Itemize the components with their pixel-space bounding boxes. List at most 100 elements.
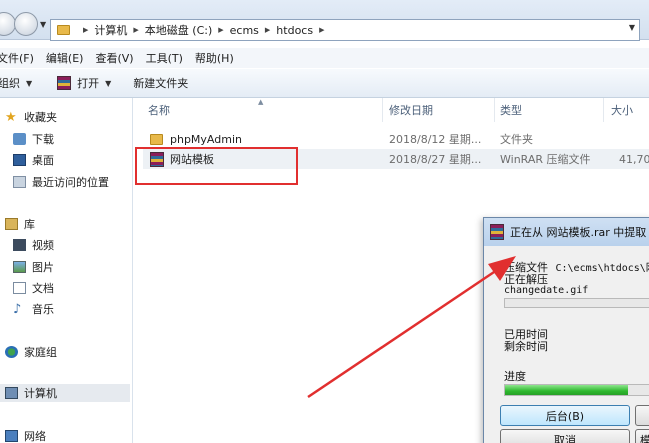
- breadcrumb-computer[interactable]: 计算机: [94, 22, 127, 38]
- mode-button[interactable]: 模: [635, 429, 649, 443]
- annotation-highlight-box: [135, 147, 298, 185]
- sidebar-item-label: 桌面: [32, 154, 54, 167]
- sidebar-item-label: 最近访问的位置: [32, 176, 109, 189]
- file-name: phpMyAdmin: [170, 132, 242, 146]
- sidebar-item-pictures[interactable]: 图片: [13, 258, 54, 276]
- column-header-name[interactable]: 名称: [148, 102, 170, 118]
- sidebar-item-network[interactable]: 网络: [5, 427, 46, 443]
- address-dropdown-chevron-down-icon[interactable]: ▼: [629, 23, 635, 32]
- sidebar-item-downloads[interactable]: 下载: [13, 130, 54, 148]
- organize-label: 组织: [0, 77, 20, 90]
- sidebar-item-desktop[interactable]: 桌面: [13, 151, 54, 169]
- music-note-icon: ♪: [13, 301, 22, 317]
- network-icon: [5, 430, 18, 442]
- menu-edit[interactable]: 编辑(E): [46, 50, 84, 66]
- extraction-progress-dialog: 正在从 网站模板.rar 中提取 压缩文件 C:\ecms\htdocs\网 正…: [483, 217, 649, 443]
- sidebar-item-documents[interactable]: 文档: [13, 279, 54, 297]
- sidebar-item-homegroup[interactable]: 家庭组: [5, 343, 57, 361]
- menu-tools[interactable]: 工具(T): [146, 50, 183, 66]
- breadcrumb-local-disk[interactable]: 本地磁盘 (C:): [145, 22, 212, 38]
- navigation-pane: ★ 收藏夹 下载 桌面 最近访问的位置 库 视频 图片 文档 ♪ 音乐 家庭组 …: [0, 98, 133, 443]
- column-divider[interactable]: [382, 98, 383, 122]
- address-input[interactable]: ▶ 计算机 ▶ 本地磁盘 (C:) ▶ ecms ▶ htdocs ▶ ▼: [50, 19, 640, 41]
- star-icon: ★: [5, 109, 17, 125]
- address-bar-row: ▼ ▶ 计算机 ▶ 本地磁盘 (C:) ▶ ecms ▶ htdocs ▶ ▼: [0, 0, 649, 41]
- sidebar-item-label: 库: [24, 218, 35, 231]
- sidebar-item-music[interactable]: ♪ 音乐: [13, 300, 54, 318]
- sidebar-item-label: 文档: [32, 282, 54, 295]
- archive-path: C:\ecms\htdocs\网: [555, 263, 649, 274]
- sidebar-item-label: 音乐: [32, 303, 54, 316]
- winrar-icon: [57, 76, 72, 90]
- sidebar-item-favorites[interactable]: ★ 收藏夹: [5, 108, 57, 126]
- recent-pages-chevron-down-icon[interactable]: ▼: [40, 20, 46, 29]
- folder-icon: [150, 133, 163, 145]
- total-progress-bar: [504, 384, 649, 396]
- homegroup-icon: [5, 346, 18, 358]
- breadcrumb-htdocs[interactable]: htdocs: [276, 24, 313, 37]
- open-label: 打开: [77, 77, 100, 90]
- breadcrumb-separator-icon[interactable]: ▶: [265, 26, 270, 34]
- column-header-type[interactable]: 类型: [500, 102, 522, 118]
- breadcrumb-separator-icon[interactable]: ▶: [319, 26, 324, 34]
- breadcrumb-separator-icon[interactable]: ▶: [218, 26, 223, 34]
- recent-places-icon: [13, 176, 26, 188]
- column-header-date[interactable]: 修改日期: [389, 102, 433, 118]
- video-library-icon: [13, 239, 26, 251]
- sidebar-item-computer[interactable]: 计算机: [0, 384, 130, 402]
- file-type: WinRAR 压缩文件: [500, 153, 591, 166]
- breadcrumb-separator-icon[interactable]: ▶: [83, 26, 88, 34]
- remaining-time-label: 剩余时间: [504, 340, 548, 353]
- chevron-down-icon: ▼: [105, 78, 112, 88]
- command-toolbar: 组织 ▼ 打开 ▼ 新建文件夹: [0, 69, 649, 98]
- sidebar-item-label: 图片: [32, 261, 54, 274]
- downloads-folder-icon: [13, 133, 26, 145]
- current-file-name: changedate.gif: [504, 285, 589, 296]
- file-type: 文件夹: [500, 133, 533, 146]
- file-progress-bar: [504, 298, 649, 308]
- documents-library-icon: [13, 282, 26, 294]
- open-button[interactable]: 打开 ▼: [57, 75, 111, 91]
- column-divider[interactable]: [603, 98, 604, 122]
- sidebar-item-label: 视频: [32, 239, 54, 252]
- background-button[interactable]: 后台(B): [500, 405, 630, 426]
- sidebar-item-recent-places[interactable]: 最近访问的位置: [13, 173, 109, 191]
- folder-icon: [57, 25, 70, 35]
- dialog-title: 正在从 网站模板.rar 中提取: [510, 226, 647, 239]
- file-date: 2018/8/27 星期...: [389, 153, 482, 166]
- computer-icon: [5, 387, 18, 399]
- menu-bar: 文件(F) 编辑(E) 查看(V) 工具(T) 帮助(H): [0, 48, 649, 68]
- sidebar-item-label: 家庭组: [24, 346, 57, 359]
- new-folder-button[interactable]: 新建文件夹: [133, 75, 188, 91]
- cancel-button[interactable]: 取消: [500, 429, 630, 443]
- forward-button[interactable]: [14, 12, 38, 36]
- sidebar-item-label: 收藏夹: [24, 111, 57, 124]
- file-row-phpmyadmin[interactable]: phpMyAdmin 2018/8/12 星期... 文件夹: [143, 129, 649, 149]
- total-progress-fill: [505, 385, 629, 395]
- column-header-size[interactable]: 大小: [611, 102, 633, 118]
- column-headers: 名称 ▲ 修改日期 类型 大小: [133, 98, 649, 122]
- column-divider[interactable]: [494, 98, 495, 122]
- menu-file[interactable]: 文件(F): [0, 50, 34, 66]
- chevron-down-icon: ▼: [26, 78, 33, 88]
- sidebar-item-label: 计算机: [24, 387, 57, 400]
- menu-help[interactable]: 帮助(H): [195, 50, 234, 66]
- breadcrumb-ecms[interactable]: ecms: [230, 24, 259, 37]
- sort-ascending-icon: ▲: [258, 98, 264, 106]
- desktop-icon: [13, 154, 26, 166]
- breadcrumb-separator-icon[interactable]: ▶: [133, 26, 138, 34]
- sidebar-item-libraries[interactable]: 库: [5, 215, 35, 233]
- pause-button[interactable]: [635, 405, 649, 426]
- dialog-body: 压缩文件 C:\ecms\htdocs\网 正在解压 changedate.gi…: [490, 247, 649, 443]
- sidebar-item-videos[interactable]: 视频: [13, 236, 54, 254]
- winrar-icon: [490, 224, 504, 240]
- organize-button[interactable]: 组织 ▼: [0, 75, 32, 91]
- sidebar-item-label: 下载: [32, 133, 54, 146]
- file-name-cell: phpMyAdmin: [150, 133, 242, 146]
- libraries-icon: [5, 218, 18, 230]
- file-date: 2018/8/12 星期...: [389, 133, 482, 146]
- menu-view[interactable]: 查看(V): [95, 50, 133, 66]
- progress-label: 进度: [504, 370, 526, 383]
- dialog-title-bar[interactable]: 正在从 网站模板.rar 中提取: [484, 218, 649, 246]
- pictures-library-icon: [13, 261, 26, 273]
